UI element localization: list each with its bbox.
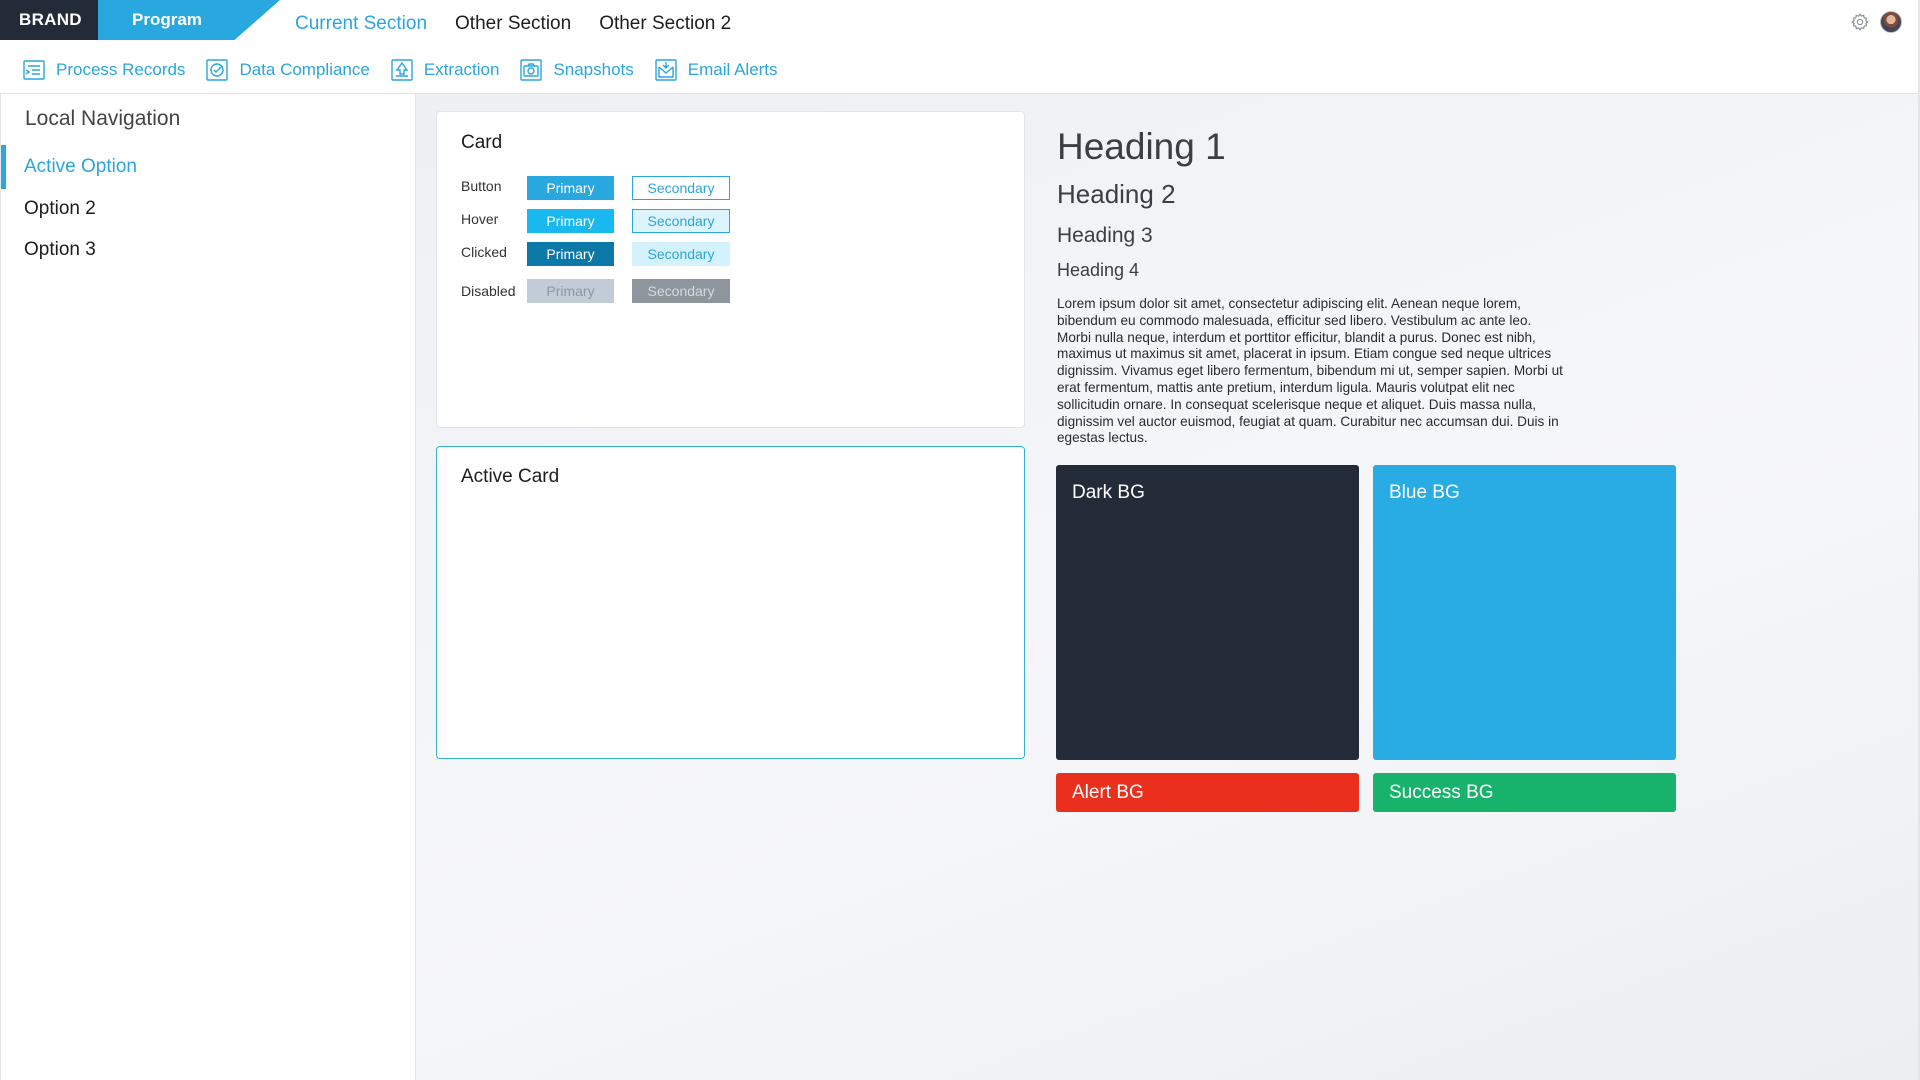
row-label-hover: Hover xyxy=(461,211,499,227)
sidebar-item-option-2[interactable]: Option 2 xyxy=(1,187,416,231)
active-card[interactable]: Active Card xyxy=(436,446,1025,759)
primary-button-hover[interactable]: Primary xyxy=(527,209,614,233)
subnav-email-alerts[interactable]: Email Alerts xyxy=(654,58,778,82)
section-tab-current[interactable]: Current Section xyxy=(295,0,427,48)
success-bg-swatch: Success BG xyxy=(1373,773,1676,812)
section-tabs: Current Section Other Section Other Sect… xyxy=(295,0,759,48)
blue-bg-swatch: Blue BG xyxy=(1373,465,1676,760)
active-card-title: Active Card xyxy=(461,466,560,487)
heading-3: Heading 3 xyxy=(1057,224,1153,247)
row-label-button: Button xyxy=(461,178,502,194)
email-alerts-icon xyxy=(655,59,677,81)
subnav-extraction[interactable]: Extraction xyxy=(390,58,500,82)
gear-icon[interactable] xyxy=(1850,12,1870,32)
avatar[interactable] xyxy=(1880,11,1902,33)
program-tab[interactable]: Program xyxy=(98,0,280,40)
row-label-clicked: Clicked xyxy=(461,244,507,260)
snapshots-icon xyxy=(520,59,543,81)
subnav-label: Snapshots xyxy=(553,60,634,79)
extraction-icon xyxy=(391,59,413,81)
secondary-button-clicked[interactable]: Secondary xyxy=(632,242,730,266)
heading-1: Heading 1 xyxy=(1057,126,1226,167)
subnav-snapshots[interactable]: Snapshots xyxy=(519,58,634,82)
process-records-icon xyxy=(23,60,45,80)
top-right-icons xyxy=(1850,11,1902,33)
body-text: Lorem ipsum dolor sit amet, consectetur … xyxy=(1057,296,1563,446)
secondary-button-hover[interactable]: Secondary xyxy=(632,209,730,233)
top-bar: BRAND Program Current Section Other Sect… xyxy=(0,0,1920,94)
sidebar-item-option-3[interactable]: Option 3 xyxy=(1,228,416,272)
subnav-process-records[interactable]: Process Records xyxy=(22,58,185,82)
dark-bg-swatch: Dark BG xyxy=(1056,465,1359,760)
subnav-data-compliance[interactable]: Data Compliance xyxy=(205,58,370,82)
sidebar-title: Local Navigation xyxy=(25,107,181,130)
secondary-button-disabled: Secondary xyxy=(632,279,730,303)
button-states-card: Card Button Primary Secondary Hover Prim… xyxy=(436,111,1025,428)
local-navigation-sidebar: Local Navigation Active Option Option 2 … xyxy=(0,94,416,1080)
data-compliance-icon xyxy=(206,59,229,81)
brand-logo[interactable]: BRAND xyxy=(0,0,98,40)
primary-button-clicked[interactable]: Primary xyxy=(527,242,614,266)
primary-button[interactable]: Primary xyxy=(527,176,614,200)
sidebar-item-active-option[interactable]: Active Option xyxy=(1,145,416,189)
card-title: Card xyxy=(461,132,503,153)
sub-navigation: Process Records Data Compliance Extracti… xyxy=(22,52,798,88)
section-tab-other[interactable]: Other Section xyxy=(455,0,571,48)
alert-bg-swatch: Alert BG xyxy=(1056,773,1359,812)
heading-4: Heading 4 xyxy=(1057,260,1140,280)
subnav-label: Extraction xyxy=(423,60,500,79)
secondary-button[interactable]: Secondary xyxy=(632,176,730,200)
subnav-label: Email Alerts xyxy=(687,60,778,79)
subnav-label: Process Records xyxy=(56,60,186,79)
section-tab-other-2[interactable]: Other Section 2 xyxy=(599,0,731,48)
primary-button-disabled: Primary xyxy=(527,279,614,303)
heading-2: Heading 2 xyxy=(1057,179,1176,209)
row-label-disabled: Disabled xyxy=(461,283,516,299)
subnav-label: Data Compliance xyxy=(239,60,370,79)
